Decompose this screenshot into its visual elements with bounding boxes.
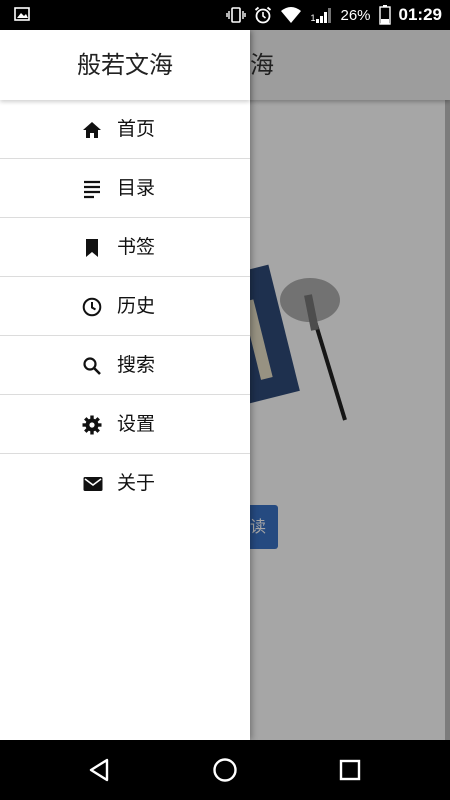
menu-item-catalog[interactable]: 目录 [0, 159, 250, 218]
bookmark-icon [86, 239, 98, 257]
wifi-icon [281, 7, 302, 23]
menu-item-label: 设置 [117, 413, 156, 435]
gallery-icon [14, 7, 30, 21]
back-icon[interactable] [86, 756, 114, 784]
menu-item-home[interactable]: 首页 [0, 100, 250, 159]
menu-item-label: 关于 [117, 472, 156, 494]
gear-icon [82, 415, 102, 435]
list-icon [84, 180, 100, 199]
drawer-title: 般若文海 [0, 30, 250, 100]
menu-item-history[interactable]: 历史 [0, 277, 250, 336]
menu-item-about[interactable]: 关于 [0, 454, 250, 512]
history-icon [82, 297, 102, 317]
home-circle-icon[interactable] [211, 756, 239, 784]
mail-icon [83, 477, 103, 491]
vibrate-icon [226, 7, 247, 23]
menu-item-label: 目录 [117, 177, 156, 199]
menu-item-label: 历史 [117, 295, 156, 317]
search-icon [83, 357, 101, 375]
menu-item-label: 搜索 [117, 354, 156, 376]
menu-item-settings[interactable]: 设置 [0, 395, 250, 454]
scroll-edge [445, 100, 450, 740]
drawer-menu: 首页 目录 书签 历史 搜索 设置 关于 [0, 100, 250, 512]
signal-sim-label: 1 [310, 13, 316, 23]
clock: 01:29 [398, 5, 442, 24]
status-bar: 1 26% 01:29 [0, 0, 450, 30]
recents-icon[interactable] [336, 756, 364, 784]
alarm-icon [255, 6, 272, 24]
home-icon [83, 122, 101, 138]
menu-item-bookmarks[interactable]: 书签 [0, 218, 250, 277]
menu-item-label: 首页 [117, 118, 156, 140]
battery-percent: 26% [340, 6, 371, 24]
menu-item-search[interactable]: 搜索 [0, 336, 250, 395]
signal-icon [316, 8, 332, 23]
battery-icon [378, 5, 391, 25]
system-navigation-bar [0, 740, 450, 800]
menu-item-label: 书签 [117, 236, 156, 258]
navigation-drawer: 般若文海 首页 目录 书签 历史 搜索 设置 关于 [0, 30, 250, 740]
